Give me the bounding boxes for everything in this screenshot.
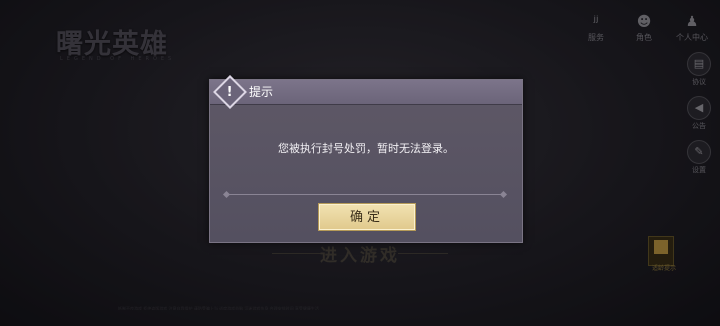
ban-notice-dialog: ! 提示 您被执行封号处罚，暂时无法登录。 确定 — [209, 75, 523, 243]
confirm-button[interactable]: 确定 — [318, 203, 416, 231]
dialog-divider — [227, 194, 503, 195]
dialog-message: 您被执行封号处罚，暂时无法登录。 — [278, 142, 454, 155]
alert-icon: ! — [213, 75, 247, 109]
alert-glyph: ! — [227, 84, 233, 100]
dialog-title: 提示 — [249, 85, 274, 99]
dialog-header: ! 提示 — [210, 75, 522, 109]
